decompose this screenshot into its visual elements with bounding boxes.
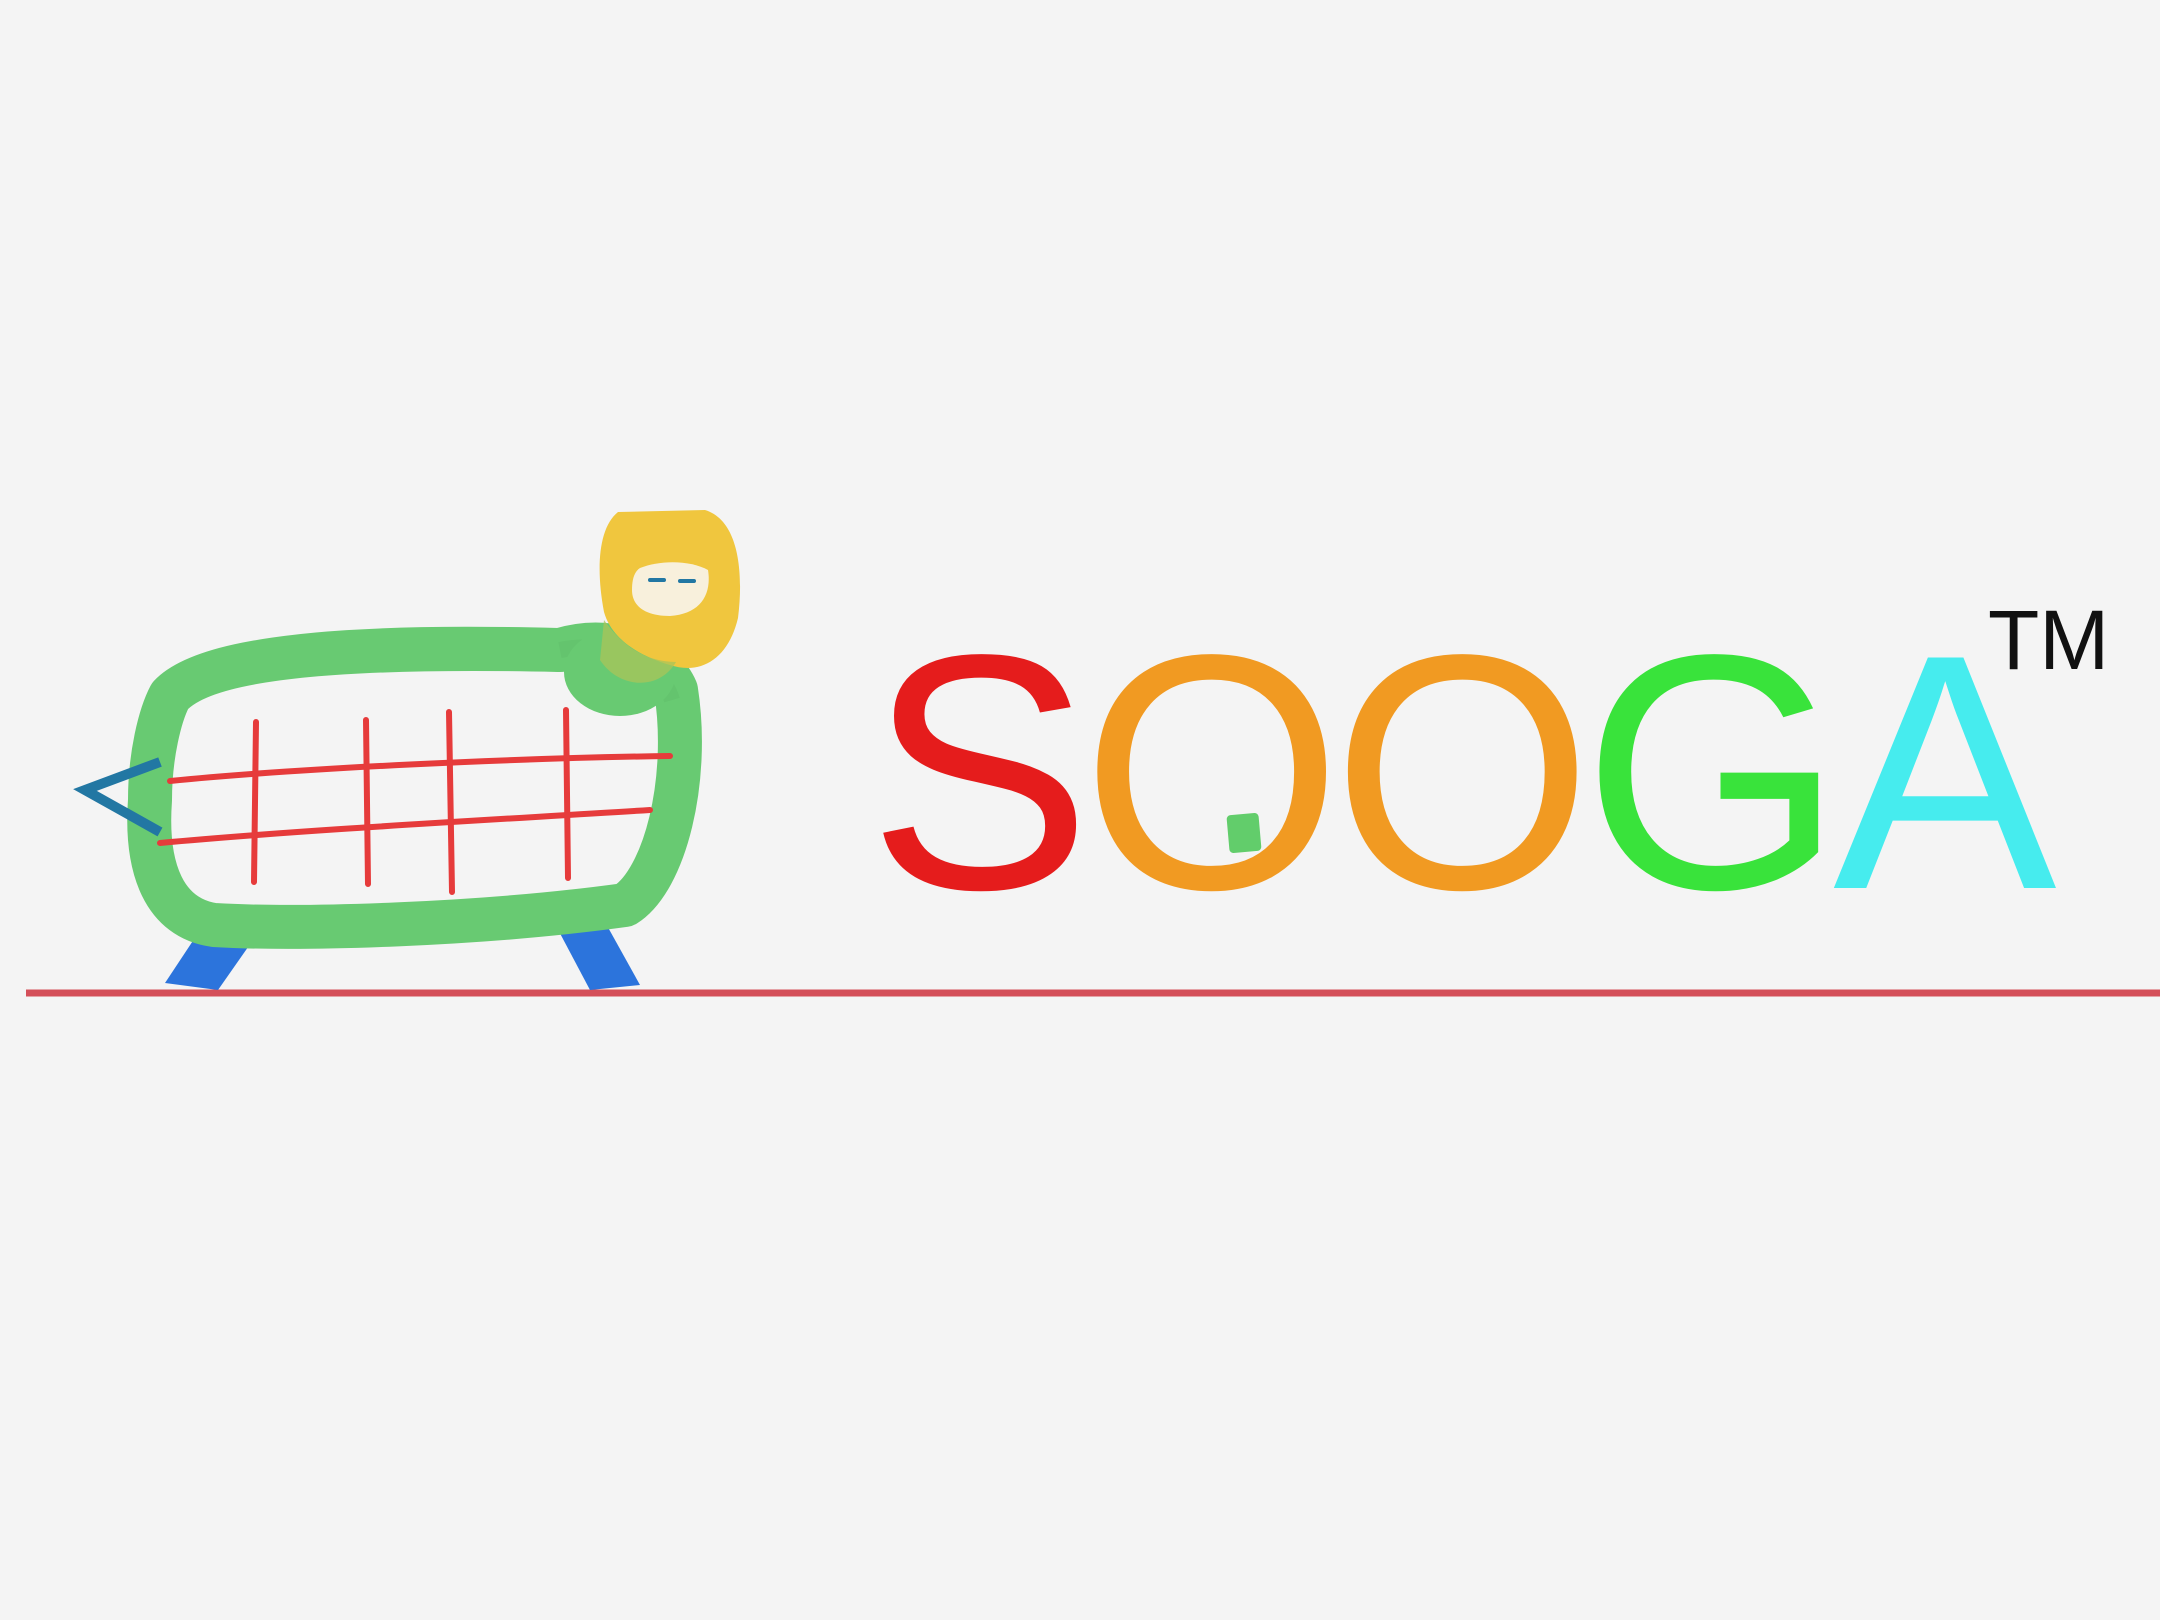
wordmark-letter-o2: O	[1332, 585, 1593, 959]
wordmark: S O O G A	[868, 605, 2057, 940]
logo-canvas: S O O G A TM	[0, 0, 2160, 1620]
wordmark-letter-g: G	[1582, 585, 1844, 959]
wordmark-letter-o1: O	[1081, 585, 1342, 959]
wordmark-letter-s: S	[868, 585, 1091, 959]
turtle-shell-grid	[157, 707, 673, 895]
trademark-symbol: TM	[1988, 593, 2110, 687]
o-accent-mark	[1226, 812, 1262, 854]
